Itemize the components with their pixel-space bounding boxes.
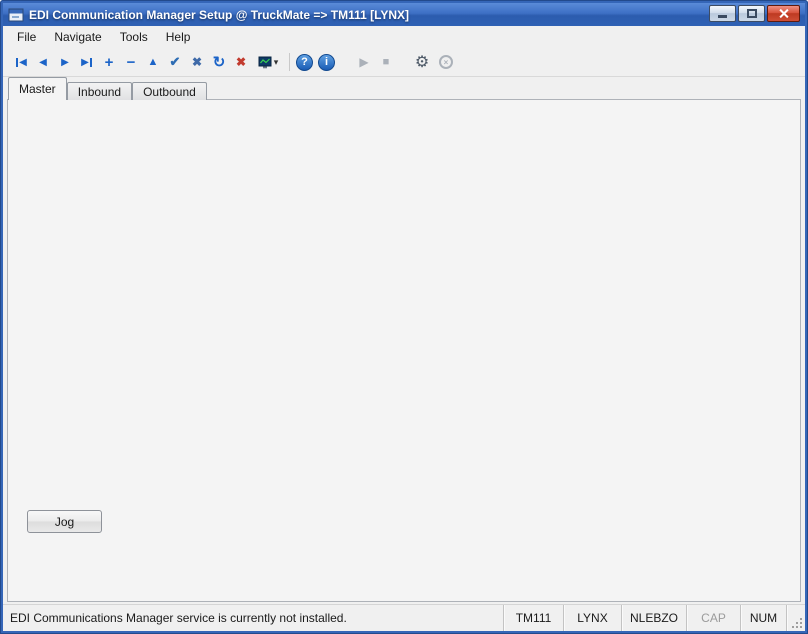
- status-bar: EDI Communications Manager service is cu…: [3, 604, 805, 631]
- title-bar[interactable]: EDI Communication Manager Setup @ TruckM…: [3, 3, 805, 26]
- toolbar-separator: [289, 53, 290, 71]
- menu-tools[interactable]: Tools: [111, 27, 157, 47]
- menu-file[interactable]: File: [8, 27, 45, 47]
- start-service-icon[interactable]: ▶: [354, 52, 374, 72]
- cancel-edit-icon[interactable]: ✖: [187, 52, 207, 72]
- insert-record-icon[interactable]: +: [99, 52, 119, 72]
- help-icon[interactable]: ?: [296, 54, 313, 71]
- tab-strip: Master Inbound Outbound: [8, 77, 207, 100]
- minimize-button[interactable]: [709, 5, 736, 22]
- post-edit-icon[interactable]: ✔: [165, 52, 185, 72]
- menu-bar: File Navigate Tools Help: [3, 26, 805, 48]
- first-record-icon[interactable]: ◀: [11, 52, 31, 72]
- close-icon: [778, 8, 789, 19]
- master-tab-page: [7, 99, 801, 602]
- app-icon: [8, 7, 24, 23]
- jog-button[interactable]: Jog: [27, 510, 102, 533]
- app-window: EDI Communication Manager Setup @ TruckM…: [0, 0, 808, 634]
- toolbar: ◀ ◀ ▶ ▶ + − ▲ ✔ ✖ ↻ ✖ ▾ ? i ▶ ■ ⚙ ×: [3, 48, 805, 77]
- status-panel-caps: CAP: [686, 605, 740, 631]
- maximize-button[interactable]: [738, 5, 765, 22]
- resize-grip[interactable]: [786, 605, 805, 631]
- edit-record-icon[interactable]: ▲: [143, 52, 163, 72]
- prior-record-icon[interactable]: ◀: [33, 52, 53, 72]
- refresh-icon[interactable]: ↻: [209, 52, 229, 72]
- delete-record-icon[interactable]: −: [121, 52, 141, 72]
- about-icon[interactable]: i: [318, 54, 335, 71]
- tab-outbound[interactable]: Outbound: [132, 82, 207, 100]
- status-panel-user: NLEBZO: [621, 605, 686, 631]
- status-message: EDI Communications Manager service is cu…: [3, 605, 503, 631]
- shutdown-icon[interactable]: ×: [436, 52, 456, 72]
- close-button[interactable]: [767, 5, 800, 22]
- status-panel-lynx: LYNX: [563, 605, 621, 631]
- monitor-dropdown-icon[interactable]: ▾: [253, 52, 283, 72]
- window-title: EDI Communication Manager Setup @ TruckM…: [29, 8, 409, 22]
- service-settings-icon[interactable]: ⚙: [412, 52, 432, 72]
- last-record-icon[interactable]: ▶: [77, 52, 97, 72]
- abort-icon[interactable]: ✖: [231, 52, 251, 72]
- tab-inbound[interactable]: Inbound: [67, 82, 132, 100]
- stop-service-icon[interactable]: ■: [376, 52, 396, 72]
- next-record-icon[interactable]: ▶: [55, 52, 75, 72]
- menu-help[interactable]: Help: [157, 27, 200, 47]
- status-panel-num: NUM: [740, 605, 786, 631]
- tab-master[interactable]: Master: [8, 77, 67, 100]
- menu-navigate[interactable]: Navigate: [45, 27, 110, 47]
- status-panel-tm111: TM111: [503, 605, 563, 631]
